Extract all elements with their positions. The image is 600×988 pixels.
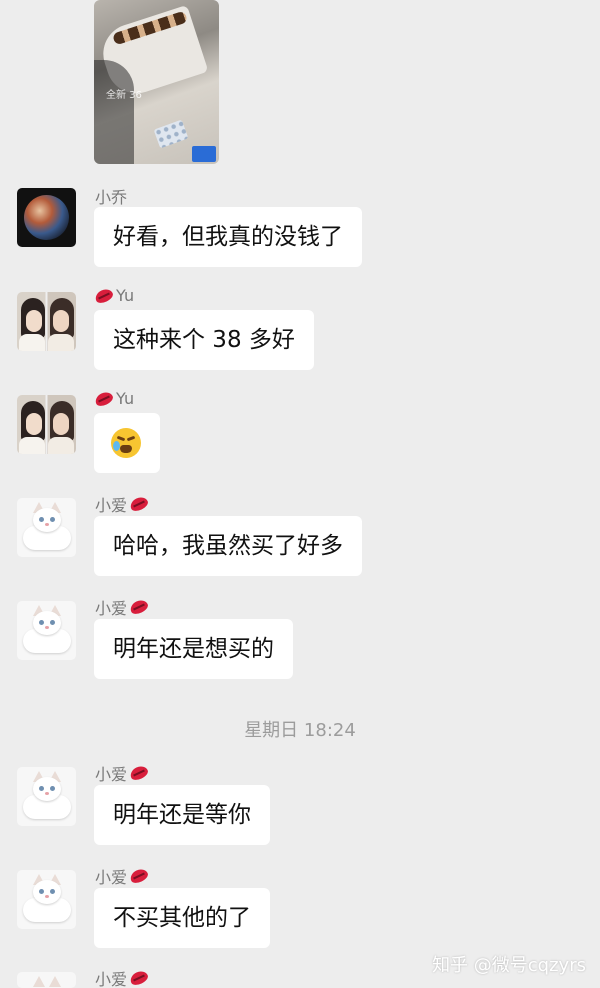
sender-name: 小爱: [95, 595, 148, 619]
cat-avatar[interactable]: [17, 870, 76, 929]
message-bubble[interactable]: 这种来个 38 多好: [94, 310, 314, 370]
lips-icon: [130, 971, 148, 985]
shared-photo[interactable]: 全新 36: [94, 0, 219, 164]
watermark: 知乎 @微号cqzyrs: [432, 955, 586, 976]
planet-avatar[interactable]: [17, 188, 76, 247]
photo-phone: [192, 146, 216, 162]
cat-avatar[interactable]: [17, 498, 76, 557]
crying-laughing-emoji: [111, 428, 141, 458]
sender-name: 小爱: [95, 864, 148, 888]
sender-name: 小爱: [95, 761, 148, 785]
photo-shadow: [94, 60, 134, 164]
cat-avatar[interactable]: [17, 601, 76, 660]
message-bubble[interactable]: 明年还是等你: [94, 785, 270, 845]
sender-name: Yu: [95, 389, 134, 408]
lips-icon: [130, 869, 148, 883]
message-bubble[interactable]: 好看，但我真的没钱了: [94, 207, 362, 267]
message-bubble[interactable]: 哈哈，我虽然买了好多: [94, 516, 362, 576]
photo-pills: [153, 119, 189, 149]
sender-name: 小爱: [95, 966, 148, 988]
sender-name: Yu: [95, 286, 134, 305]
message-bubble[interactable]: 不买其他的了: [94, 888, 270, 948]
girls-avatar[interactable]: [17, 292, 76, 351]
message-bubble[interactable]: 明年还是想买的: [94, 619, 293, 679]
chat-timestamp: 星期日 18:24: [244, 720, 356, 741]
cat-avatar[interactable]: [17, 767, 76, 826]
photo-caption: 全新 36: [106, 90, 142, 101]
lips-icon: [130, 600, 148, 614]
cat-avatar[interactable]: [17, 972, 76, 988]
sender-name: 小乔: [95, 188, 128, 207]
emoji-bubble[interactable]: [94, 413, 160, 473]
sender-name: 小爱: [95, 492, 148, 516]
lips-icon: [95, 289, 113, 303]
girls-avatar[interactable]: [17, 395, 76, 454]
lips-icon: [95, 392, 113, 406]
lips-icon: [130, 497, 148, 511]
lips-icon: [130, 766, 148, 780]
